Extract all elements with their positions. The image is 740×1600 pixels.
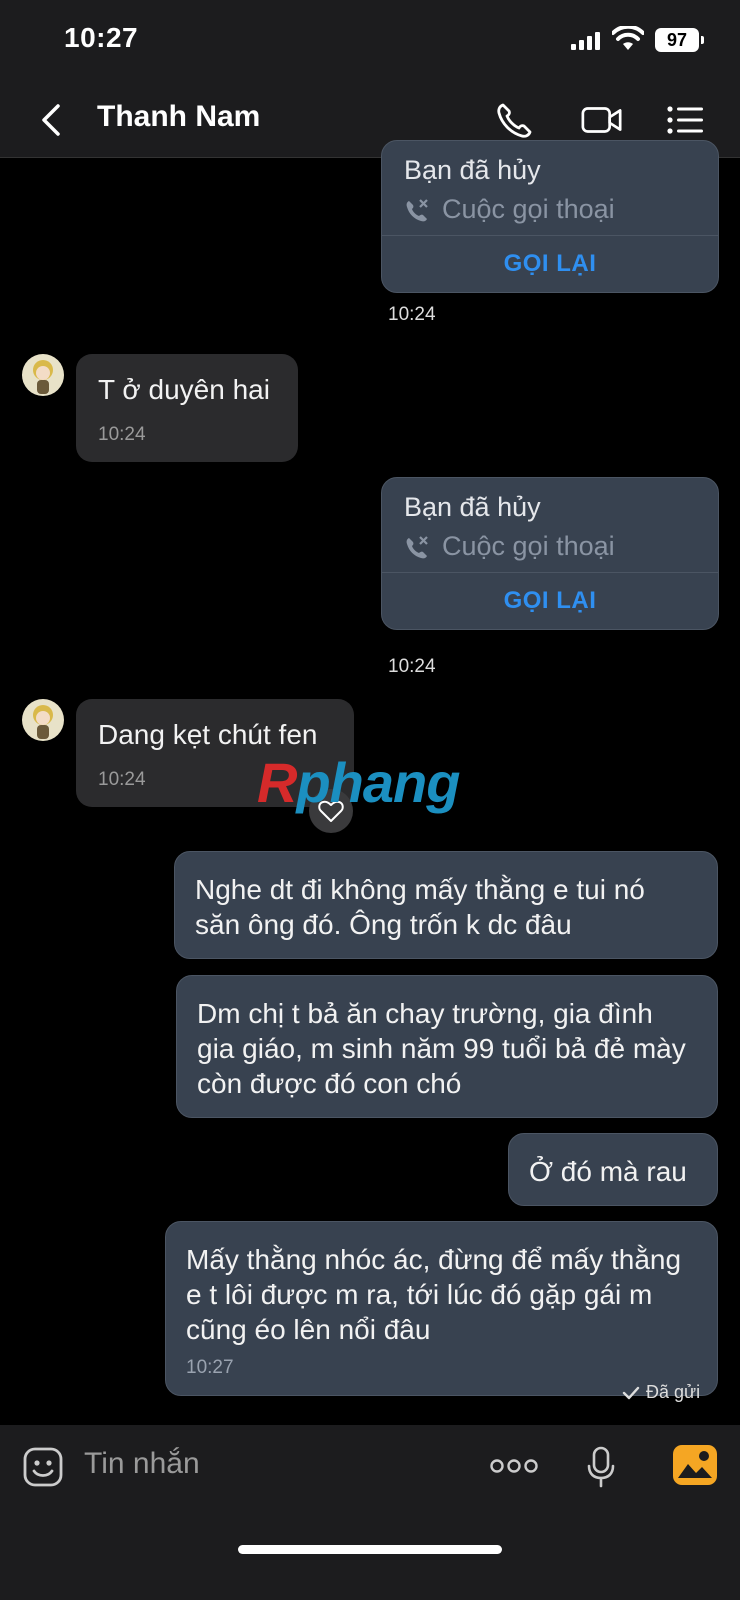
image-gallery-icon[interactable] (672, 1444, 718, 1486)
delivery-status: Đã gửi (622, 1382, 700, 1403)
contact-avatar[interactable] (22, 354, 64, 396)
message-time: 10:27 (186, 1357, 234, 1378)
message-time: 10:24 (388, 656, 436, 677)
status-time: 10:27 (64, 22, 139, 53)
home-indicator (238, 1545, 502, 1554)
watermark-logo: Rphang (257, 751, 460, 814)
call-type: Cuộc gọi thoại (442, 194, 615, 224)
call-type: Cuộc gọi thoại (442, 531, 615, 561)
emoji-sticker-icon[interactable] (22, 1446, 64, 1488)
phone-call-icon[interactable] (494, 100, 538, 140)
missed-call-icon (406, 198, 428, 221)
message-input-bar: Tin nhắn (0, 1425, 740, 1600)
back-arrow-icon[interactable] (38, 102, 68, 138)
message-text: T ở duyên hai (98, 374, 270, 405)
message-time: 10:24 (388, 304, 436, 325)
outgoing-message[interactable]: Mấy thằng nhóc ác, đừng để mấy thằng e t… (165, 1221, 718, 1396)
incoming-message[interactable]: T ở duyên hai 10:24 (76, 354, 298, 462)
call-status: Bạn đã hủy (404, 155, 541, 185)
delivery-status-text: Đã gửi (646, 1382, 701, 1402)
contact-name[interactable]: Thanh Nam (97, 100, 260, 134)
message-text: Ở đó mà rau (529, 1156, 687, 1187)
video-call-icon[interactable] (580, 100, 624, 140)
cancelled-call-card: Bạn đã hủy Cuộc gọi thoại GỌI LẠI (381, 477, 719, 630)
message-text: Dm chị t bả ăn chay trường, gia đình gia… (197, 998, 686, 1099)
call-status: Bạn đã hủy (404, 492, 541, 522)
cancelled-call-card: Bạn đã hủy Cuộc gọi thoại GỌI LẠI (381, 140, 719, 293)
contact-avatar[interactable] (22, 699, 64, 741)
cellular-signal-icon (571, 30, 603, 50)
checkmark-icon (622, 1386, 640, 1399)
message-time: 10:24 (98, 424, 146, 445)
missed-call-icon (406, 535, 428, 558)
battery-icon: 97 (655, 28, 704, 52)
message-text: Mấy thằng nhóc ác, đừng để mấy thằng e t… (186, 1244, 682, 1345)
outgoing-message[interactable]: Ở đó mà rau (508, 1133, 718, 1206)
outgoing-message[interactable]: Nghe dt đi không mấy thằng e tui nó săn … (174, 851, 718, 959)
call-back-button[interactable]: GỌI LẠI (382, 235, 718, 292)
outgoing-message[interactable]: Dm chị t bả ăn chay trường, gia đình gia… (176, 975, 718, 1118)
message-input[interactable]: Tin nhắn (84, 1447, 200, 1481)
wifi-icon (612, 26, 644, 50)
message-text: Dang kẹt chút fen (98, 719, 318, 750)
more-options-icon[interactable] (490, 1455, 538, 1477)
call-back-button[interactable]: GỌI LẠI (382, 572, 718, 629)
status-bar: 10:27 97 (0, 0, 740, 80)
menu-list-icon[interactable] (664, 100, 708, 140)
message-text: Nghe dt đi không mấy thằng e tui nó săn … (195, 874, 645, 940)
microphone-icon[interactable] (585, 1445, 617, 1489)
